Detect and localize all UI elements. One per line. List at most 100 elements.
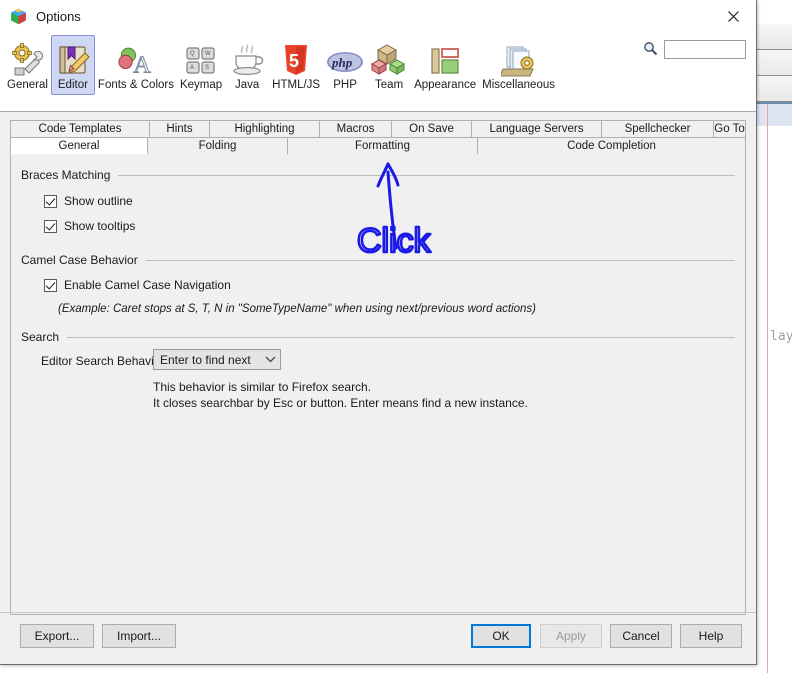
tab-highlighting[interactable]: Highlighting — [210, 120, 320, 137]
tab-on-save[interactable]: On Save — [392, 120, 472, 137]
group-title: Camel Case Behavior — [21, 253, 138, 267]
search-description-line-1: This behavior is similar to Firefox sear… — [153, 380, 372, 394]
tab-label: Folding — [198, 140, 237, 152]
svg-text:S: S — [205, 65, 209, 71]
help-button[interactable]: Help — [680, 624, 742, 648]
import-button[interactable]: Import... — [102, 624, 176, 648]
svg-text:php: php — [331, 55, 353, 70]
tab-row-primary: General Folding Formatting Code Completion — [10, 137, 746, 154]
tab-label: General — [58, 139, 100, 152]
category-label: Miscellaneous — [482, 79, 555, 91]
search-input[interactable] — [664, 40, 746, 59]
tab-strip: Code Templates Hints Highlighting Macros On … — [10, 120, 746, 154]
category-keymap[interactable]: Q W A S Keymap — [177, 35, 225, 95]
category-appearance[interactable]: Appearance — [411, 35, 479, 95]
tab-language-servers[interactable]: Language Servers — [472, 120, 602, 137]
cancel-button[interactable]: Cancel — [610, 624, 672, 648]
checkbox-indicator[interactable] — [44, 219, 57, 233]
category-general[interactable]: General — [4, 35, 51, 95]
palette-letter-a-icon: A — [117, 39, 155, 77]
tab-go-to[interactable]: Go To — [714, 120, 746, 137]
editor-search-behavior-select[interactable]: Enter to find next — [153, 349, 281, 370]
tab-general[interactable]: General — [10, 137, 148, 154]
category-team[interactable]: Team — [367, 35, 411, 95]
checkbox-indicator[interactable] — [44, 194, 57, 208]
tab-label: Spellchecker — [624, 123, 691, 135]
tab-label: On Save — [409, 123, 454, 135]
tab-label: Code Templates — [38, 123, 122, 135]
camel-case-example-text: (Example: Caret stops at S, T, N in "Som… — [58, 303, 536, 315]
layout-panels-icon — [426, 39, 464, 77]
notebook-pencil-icon — [54, 39, 92, 77]
category-label: General — [7, 79, 48, 91]
checkbox-enable-camel-case-navigation[interactable]: Enable Camel Case Navigation — [44, 278, 231, 292]
category-label: Editor — [57, 79, 88, 91]
tab-folding[interactable]: Folding — [148, 137, 288, 154]
group-divider — [67, 336, 735, 338]
category-label: Keymap — [179, 79, 223, 91]
background-toolbar-strip — [752, 24, 792, 50]
tab-code-completion[interactable]: Code Completion — [478, 137, 746, 154]
category-fonts-colors[interactable]: A Fonts & Colors — [95, 35, 177, 95]
tab-code-templates[interactable]: Code Templates — [10, 120, 150, 137]
group-divider — [118, 174, 735, 176]
tab-row-secondary: Code Templates Hints Highlighting Macros On … — [10, 120, 746, 137]
php-elephant-icon: php — [326, 39, 364, 77]
dialog-title: Options — [36, 8, 81, 24]
html5-shield-icon: 5 — [277, 39, 315, 77]
coffee-cup-icon — [228, 39, 266, 77]
checkbox-label: Enable Camel Case Navigation — [64, 278, 231, 292]
tab-label: Hints — [166, 123, 193, 135]
category-toolbar: General Editor A Fonts & Colors Q W A S … — [0, 32, 756, 112]
checkbox-show-tooltips[interactable]: Show tooltips — [44, 219, 135, 233]
group-header-search: Search — [21, 330, 735, 344]
svg-text:W: W — [205, 51, 211, 57]
category-html-js[interactable]: 5 HTML/JS — [269, 35, 323, 95]
editor-search-behavior-label: Editor Search Behavior — [41, 354, 165, 368]
category-label: PHP — [333, 79, 357, 91]
category-php[interactable]: php PHP — [323, 35, 367, 95]
tab-label: Go To — [714, 123, 745, 135]
category-label: Java — [235, 79, 260, 91]
svg-text:Q: Q — [190, 51, 195, 57]
export-button[interactable]: Export... — [20, 624, 94, 648]
category-label: Team — [375, 79, 404, 91]
background-toolbar-strip — [752, 50, 792, 76]
category-miscellaneous[interactable]: Miscellaneous — [479, 35, 558, 95]
category-java[interactable]: Java — [225, 35, 269, 95]
background-editor-margin-line — [767, 104, 768, 673]
group-divider — [145, 259, 735, 261]
papers-gear-icon — [500, 39, 538, 77]
group-header-camel-case: Camel Case Behavior — [21, 253, 735, 267]
close-icon[interactable] — [710, 0, 756, 32]
category-editor[interactable]: Editor — [50, 35, 95, 95]
dialog-titlebar: Options — [0, 0, 756, 32]
checkbox-show-outline[interactable]: Show outline — [44, 194, 133, 208]
tab-label: Language Servers — [489, 123, 584, 135]
svg-text:5: 5 — [289, 51, 299, 71]
tab-spellchecker[interactable]: Spellchecker — [602, 120, 714, 137]
editor-general-panel: Braces Matching Show outline Show toolti… — [10, 154, 746, 615]
category-label: Appearance — [414, 79, 477, 91]
options-dialog: Options General Editor A Fonts & Colors … — [0, 0, 757, 665]
tab-hints[interactable]: Hints — [150, 120, 210, 137]
background-code-text: laye — [770, 329, 792, 344]
background-editor-highlight-line — [752, 104, 792, 126]
background-toolbar-strip — [752, 76, 792, 102]
ok-button[interactable]: OK — [471, 624, 531, 648]
background-editor-surface — [752, 126, 792, 673]
search-magnifier-icon — [643, 41, 658, 59]
checkbox-label: Show outline — [64, 194, 133, 208]
apply-button: Apply — [540, 624, 602, 648]
tab-label: Highlighting — [234, 123, 295, 135]
checkbox-indicator[interactable] — [44, 278, 57, 292]
tab-macros[interactable]: Macros — [320, 120, 392, 137]
gear-wrench-icon — [8, 39, 46, 77]
search-area — [643, 40, 746, 59]
svg-text:A: A — [190, 65, 194, 71]
category-label: HTML/JS — [272, 79, 321, 91]
tab-label: Macros — [336, 123, 375, 135]
group-header-braces-matching: Braces Matching — [21, 168, 735, 182]
tab-formatting[interactable]: Formatting — [288, 137, 478, 154]
select-value: Enter to find next — [160, 352, 251, 367]
